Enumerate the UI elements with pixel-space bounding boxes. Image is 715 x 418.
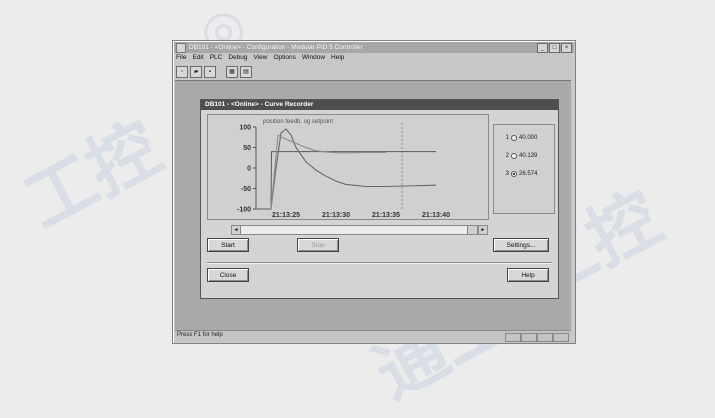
menu-bar: File Edit PLC Debug View Options Window … [176,54,344,64]
menu-file[interactable]: File [176,54,186,64]
menu-view[interactable]: View [254,54,268,64]
curve-recorder-dialog: DB101 - <Online> - Curve Recorder positi… [200,99,559,299]
series-line-3 [270,134,386,210]
maximize-button[interactable]: □ [549,43,560,53]
series-line-1 [256,151,436,210]
scroll-left-icon[interactable]: ◄ [232,226,241,234]
value-index: 3 [505,171,509,177]
monitor-icon[interactable]: ▦ [226,66,238,78]
separator [207,262,552,264]
scroll-thumb[interactable] [467,226,478,234]
status-cell [505,333,521,342]
menu-edit[interactable]: Edit [192,54,203,64]
value-row-3[interactable]: 3 26.574 [502,171,537,177]
curve-chart: position feedb. og setpoint 100 50 0 -50 -100… [237,119,450,219]
value-panel: 1 40.000 2 40.139 3 26.574 [493,124,555,214]
main-window: DB101 - <Online> - Configuration - Modul… [172,40,576,344]
value-radio[interactable] [511,171,517,177]
value-index: 1 [505,135,509,141]
menu-window[interactable]: Window [302,54,325,64]
window-titlebar[interactable]: DB101 - <Online> - Configuration - Modul… [174,42,574,53]
app-icon[interactable] [176,42,186,53]
save-icon[interactable]: ▪ [204,66,216,78]
x-tick-label: 21:13:25 [272,212,300,219]
y-tick-label: 0 [247,166,251,173]
value-row-1[interactable]: 1 40.000 [502,135,537,141]
close-window-button[interactable]: × [561,43,572,53]
series-line-2 [270,128,437,210]
screenshot-frame: ◎ 工控 工控 通工 DB101 - <Online> - Configurat… [0,0,715,414]
value-radio[interactable] [511,135,517,141]
minimize-button[interactable]: _ [537,43,548,53]
status-text: Press F1 for help [177,332,223,338]
scroll-right-icon[interactable]: ► [478,226,487,234]
menu-debug[interactable]: Debug [228,54,247,64]
y-tick-label: -100 [237,207,251,214]
value-text: 40.139 [519,153,538,159]
start-button[interactable]: Start [207,238,249,252]
window-title: DB101 - <Online> - Configuration - Modul… [189,44,363,51]
y-tick-label: 100 [239,125,251,132]
curve-recorder-icon[interactable]: ▤ [240,66,252,78]
menu-help[interactable]: Help [331,54,344,64]
x-tick-label: 21:13:35 [372,212,400,219]
chart-legend-text: position feedb. og setpoint [263,119,333,125]
x-tick-label: 21:13:40 [422,212,450,219]
value-index: 2 [505,153,509,159]
x-tick-label: 21:13:30 [322,212,350,219]
new-file-icon[interactable]: ▫ [176,66,188,78]
menu-plc[interactable]: PLC [210,54,223,64]
open-folder-icon[interactable]: ▰ [190,66,202,78]
value-radio[interactable] [511,153,517,159]
watermark: 工控 [11,106,174,245]
stop-button[interactable]: Stop [297,238,339,252]
close-button[interactable]: Close [207,268,249,282]
time-scrollbar[interactable]: ◄ ► [231,225,488,235]
toolbar: ▫ ▰ ▪ ▦ ▤ [176,66,252,78]
menu-options[interactable]: Options [273,54,295,64]
status-cell [521,333,537,342]
status-bar: Press F1 for help [175,330,571,342]
value-text: 26.574 [519,171,538,177]
status-cell [537,333,553,342]
status-cell [553,333,569,342]
y-tick-label: 50 [243,145,251,152]
settings-button[interactable]: Settings... [493,238,549,252]
value-row-2[interactable]: 2 40.139 [502,153,537,159]
y-tick-label: -50 [241,186,251,193]
dialog-title: DB101 - <Online> - Curve Recorder [201,100,558,110]
value-text: 40.000 [519,135,538,141]
plot-panel: position feedb. og setpoint 100 50 0 -50 -100… [207,114,489,220]
help-button[interactable]: Help [507,268,549,282]
